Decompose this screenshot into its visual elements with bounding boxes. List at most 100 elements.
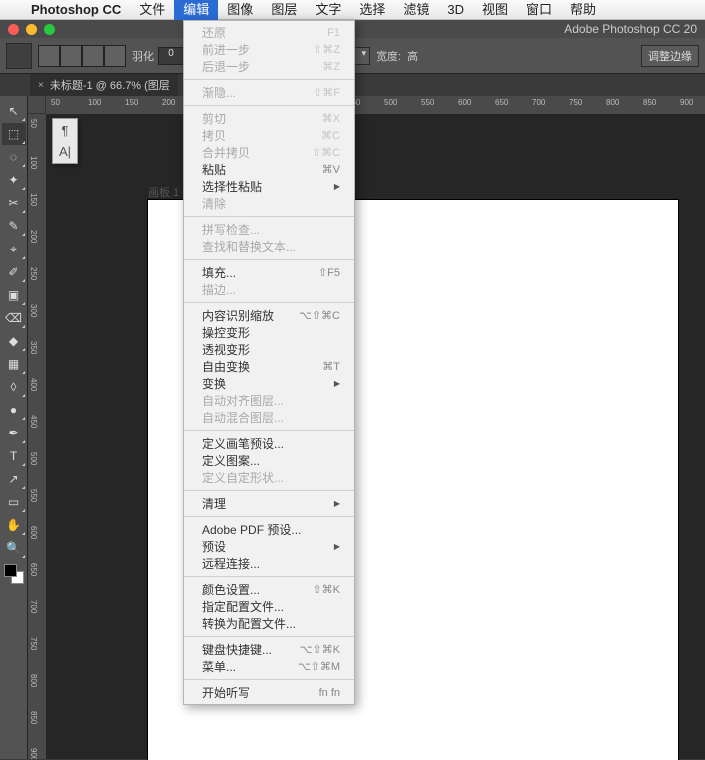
ruler-origin[interactable] [28,96,46,114]
menu-视图[interactable]: 视图 [473,0,517,20]
menu-item-粘贴[interactable]: 粘贴⌘V [184,161,354,178]
magic-wand-tool[interactable]: ✦ [2,169,26,191]
canvas-area[interactable]: 5010015020025030035040045050055060065070… [28,96,705,759]
menu-item-label: 定义图案... [202,452,260,469]
menu-item-label: Adobe PDF 预设... [202,521,301,538]
menu-separator [184,576,354,577]
ruler-tick: 100 [88,98,101,107]
gradient-tool[interactable]: ▦ [2,353,26,375]
pen-tool[interactable]: ✒ [2,422,26,444]
menu-item-定义图案[interactable]: 定义图案... [184,452,354,469]
menu-item-清理[interactable]: 清理 [184,495,354,512]
vertical-ruler[interactable]: 5010015020025030035040045050055060065070… [28,114,46,759]
ruler-tick: 850 [29,711,38,724]
menu-item-label: 描边... [202,281,236,298]
crop-tool[interactable]: ✂ [2,192,26,214]
menu-窗口[interactable]: 窗口 [517,0,561,20]
horizontal-ruler[interactable]: 5010015020025030035040045050055060065070… [46,96,705,114]
menu-item-label: 剪切 [202,110,226,127]
menu-滤镜[interactable]: 滤镜 [394,0,438,20]
menu-shortcut: ⇧⌘C [312,146,340,159]
menu-item-透视变形[interactable]: 透视变形 [184,341,354,358]
app-name[interactable]: Photoshop CC [22,2,130,17]
selection-add-icon[interactable] [60,45,82,67]
menu-item-剪切: 剪切⌘X [184,110,354,127]
selection-mode-group [38,45,126,67]
close-tab-icon[interactable]: × [38,80,44,91]
ruler-tick: 650 [495,98,508,107]
hand-tool[interactable]: ✋ [2,514,26,536]
history-brush-tool[interactable]: ⌫ [2,307,26,329]
blur-tool[interactable]: ◊ [2,376,26,398]
brush-tool[interactable]: ✐ [2,261,26,283]
menu-shortcut: ⌥⇧⌘C [299,309,340,322]
menu-item-Adobe PDF 预设[interactable]: Adobe PDF 预设... [184,521,354,538]
menu-item-描边: 描边... [184,281,354,298]
menu-图像[interactable]: 图像 [218,0,262,20]
menu-item-内容识别缩放[interactable]: 内容识别缩放⌥⇧⌘C [184,307,354,324]
menu-文字[interactable]: 文字 [306,0,350,20]
menu-item-自由变换[interactable]: 自由变换⌘T [184,358,354,375]
color-swatches[interactable] [4,564,24,584]
menu-item-键盘快捷键[interactable]: 键盘快捷键...⌥⇧⌘K [184,641,354,658]
menu-选择[interactable]: 选择 [350,0,394,20]
character-icon[interactable]: A| [59,144,71,159]
spot-heal-tool[interactable]: ⌖ [2,238,26,260]
ruler-tick: 800 [606,98,619,107]
menu-item-指定配置文件[interactable]: 指定配置文件... [184,598,354,615]
menu-item-变换[interactable]: 变换 [184,375,354,392]
selection-intersect-icon[interactable] [104,45,126,67]
menu-item-开始听写[interactable]: 开始听写fn fn [184,684,354,701]
rectangle-tool[interactable]: ▭ [2,491,26,513]
menu-item-选择性粘贴[interactable]: 选择性粘贴 [184,178,354,195]
selection-subtract-icon[interactable] [82,45,104,67]
menu-item-label: 拼写检查... [202,221,260,238]
menu-图层[interactable]: 图层 [262,0,306,20]
type-tool[interactable]: T [2,445,26,467]
menu-shortcut: fn fn [319,687,340,699]
selection-new-icon[interactable] [38,45,60,67]
menu-帮助[interactable]: 帮助 [561,0,605,20]
menu-item-定义自定形状: 定义自定形状... [184,469,354,486]
menu-item-转换为配置文件[interactable]: 转换为配置文件... [184,615,354,632]
eyedropper-tool[interactable]: ✎ [2,215,26,237]
menu-3D[interactable]: 3D [438,0,473,20]
menu-item-颜色设置[interactable]: 颜色设置...⇧⌘K [184,581,354,598]
artboard-label[interactable]: 画板 1 [148,184,179,200]
ruler-tick: 900 [680,98,693,107]
menu-文件[interactable]: 文件 [130,0,174,20]
menu-item-label: 拷贝 [202,127,226,144]
menu-item-定义画笔预设[interactable]: 定义画笔预设... [184,435,354,452]
feather-input[interactable]: 0 [158,47,184,65]
path-select-tool[interactable]: ↗ [2,468,26,490]
menu-item-菜单[interactable]: 菜单...⌥⇧⌘M [184,658,354,675]
ruler-tick: 600 [458,98,471,107]
eraser-tool[interactable]: ◆ [2,330,26,352]
menu-item-操控变形[interactable]: 操控变形 [184,324,354,341]
minimize-icon[interactable] [26,24,37,35]
menu-item-label: 清除 [202,195,226,212]
ruler-tick: 450 [29,415,38,428]
close-icon[interactable] [8,24,19,35]
marquee-tool[interactable]: ⬚ [2,123,26,145]
refine-edge-button[interactable]: 调整边缘 [641,45,699,67]
menu-item-填充[interactable]: 填充...⇧F5 [184,264,354,281]
dodge-tool[interactable]: ● [2,399,26,421]
zoom-tool[interactable]: 🔍 [2,537,26,559]
document-tab[interactable]: × 未标题-1 @ 66.7% (图层 [30,74,178,96]
move-tool[interactable]: ↖ [2,100,26,122]
zoom-icon[interactable] [44,24,55,35]
current-tool-icon[interactable] [6,43,32,69]
menu-item-label: 自动对齐图层... [202,392,284,409]
menu-shortcut: ⇧⌘F [313,86,340,99]
lasso-tool[interactable]: ◌ [2,146,26,168]
stamp-tool[interactable]: ▣ [2,284,26,306]
menu-编辑[interactable]: 编辑 [174,0,218,20]
ruler-tick: 550 [29,489,38,502]
paragraph-panel[interactable]: ¶ A| [52,118,78,164]
paragraph-icon[interactable]: ¶ [62,123,69,138]
menu-separator [184,679,354,680]
menu-item-远程连接[interactable]: 远程连接... [184,555,354,572]
menu-item-还原: 还原F1 [184,24,354,41]
menu-item-预设[interactable]: 预设 [184,538,354,555]
